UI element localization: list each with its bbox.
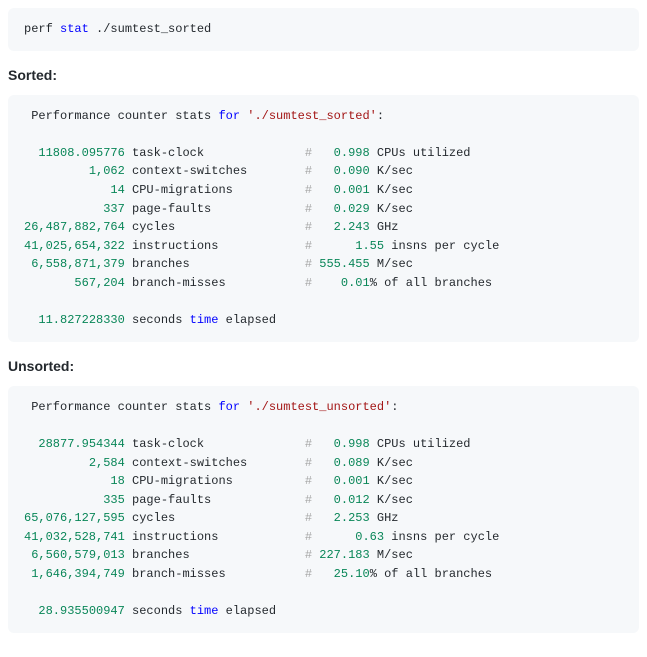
sorted-value-1: 1,062 xyxy=(89,164,125,178)
unsorted-unit-4: GHz xyxy=(377,511,399,525)
unsorted-label-5: instructions xyxy=(132,530,305,544)
unsorted-value-1: 2,584 xyxy=(89,456,125,470)
sorted-hash-5: # xyxy=(305,239,312,253)
sorted-hash-2: # xyxy=(305,183,312,197)
sorted-elapsed-value: 11.827228330 xyxy=(38,313,124,327)
unsorted-heading: Unsorted: xyxy=(8,358,639,374)
sorted-value-7: 567,204 xyxy=(74,276,124,290)
sorted-unit-7: % of all branches xyxy=(370,276,492,290)
unsorted-hash-3: # xyxy=(305,493,312,507)
unsorted-elapsed-kw: time xyxy=(190,604,219,618)
sorted-value-0: 11808.095776 xyxy=(38,146,124,160)
sorted-hash-3: # xyxy=(305,202,312,216)
unsorted-rate-5: 0.63 xyxy=(319,530,384,544)
unsorted-value-3: 335 xyxy=(103,493,125,507)
unsorted-label-7: branch-misses xyxy=(132,567,305,581)
sorted-unit-4: GHz xyxy=(377,220,399,234)
sorted-label-0: task-clock xyxy=(132,146,305,160)
sorted-label-5: instructions xyxy=(132,239,305,253)
unsorted-value-6: 6,560,579,013 xyxy=(31,548,125,562)
unsorted-unit-3: K/sec xyxy=(377,493,413,507)
sorted-label-6: branches xyxy=(132,257,305,271)
unsorted-rate-6: 227.183 xyxy=(319,548,369,562)
cmd-perf: perf xyxy=(24,22,53,36)
sorted-value-2: 14 xyxy=(110,183,124,197)
unsorted-unit-5: insns per cycle xyxy=(391,530,499,544)
sorted-heading: Sorted: xyxy=(8,67,639,83)
sorted-unit-3: K/sec xyxy=(377,202,413,216)
unsorted-value-5: 41,032,528,741 xyxy=(24,530,125,544)
unsorted-unit-0: CPUs utilized xyxy=(377,437,471,451)
sorted-rate-0: 0.998 xyxy=(319,146,369,160)
unsorted-value-2: 18 xyxy=(110,474,124,488)
sorted-value-6: 6,558,871,379 xyxy=(31,257,125,271)
unsorted-rate-3: 0.012 xyxy=(319,493,369,507)
unsorted-hash-5: # xyxy=(305,530,312,544)
unsorted-rate-1: 0.089 xyxy=(319,456,369,470)
unsorted-hash-6: # xyxy=(305,548,312,562)
unsorted-value-4: 65,076,127,595 xyxy=(24,511,125,525)
sorted-elapsed-kw: time xyxy=(190,313,219,327)
sorted-value-5: 41,025,654,322 xyxy=(24,239,125,253)
unsorted-label-2: CPU-migrations xyxy=(132,474,305,488)
unsorted-unit-7: % of all branches xyxy=(370,567,492,581)
sorted-unit-0: CPUs utilized xyxy=(377,146,471,160)
unsorted-hash-4: # xyxy=(305,511,312,525)
command-block: perf stat ./sumtest_sorted xyxy=(8,8,639,51)
unsorted-rate-0: 0.998 xyxy=(319,437,369,451)
unsorted-unit-2: K/sec xyxy=(377,474,413,488)
sorted-rate-7: 0.01 xyxy=(319,276,369,290)
unsorted-hash-7: # xyxy=(305,567,312,581)
sorted-value-4: 26,487,882,764 xyxy=(24,220,125,234)
unsorted-rate-4: 2.253 xyxy=(319,511,369,525)
unsorted-label-3: page-faults xyxy=(132,493,305,507)
sorted-label-4: cycles xyxy=(132,220,305,234)
sorted-hash-6: # xyxy=(305,257,312,271)
cmd-stat: stat xyxy=(60,22,89,36)
sorted-hash-7: # xyxy=(305,276,312,290)
sorted-rate-6: 555.455 xyxy=(319,257,369,271)
sorted-value-3: 337 xyxy=(103,202,125,216)
unsorted-hash-2: # xyxy=(305,474,312,488)
cmd-arg: ./sumtest_sorted xyxy=(96,22,211,36)
unsorted-elapsed-value: 28.935500947 xyxy=(38,604,124,618)
sorted-rate-3: 0.029 xyxy=(319,202,369,216)
sorted-label-1: context-switches xyxy=(132,164,305,178)
unsorted-hash-1: # xyxy=(305,456,312,470)
sorted-label-3: page-faults xyxy=(132,202,305,216)
sorted-label-7: branch-misses xyxy=(132,276,305,290)
unsorted-label-6: branches xyxy=(132,548,305,562)
sorted-hash-1: # xyxy=(305,164,312,178)
sorted-output: Performance counter stats for './sumtest… xyxy=(8,95,639,342)
unsorted-label-0: task-clock xyxy=(132,437,305,451)
sorted-rate-4: 2.243 xyxy=(319,220,369,234)
unsorted-unit-6: M/sec xyxy=(377,548,413,562)
unsorted-unit-1: K/sec xyxy=(377,456,413,470)
unsorted-rate-2: 0.001 xyxy=(319,474,369,488)
sorted-label-2: CPU-migrations xyxy=(132,183,305,197)
sorted-unit-6: M/sec xyxy=(377,257,413,271)
unsorted-value-0: 28877.954344 xyxy=(38,437,124,451)
sorted-rate-1: 0.090 xyxy=(319,164,369,178)
unsorted-label-4: cycles xyxy=(132,511,305,525)
unsorted-output: Performance counter stats for './sumtest… xyxy=(8,386,639,633)
unsorted-hash-0: # xyxy=(305,437,312,451)
sorted-rate-2: 0.001 xyxy=(319,183,369,197)
sorted-unit-2: K/sec xyxy=(377,183,413,197)
unsorted-label-1: context-switches xyxy=(132,456,305,470)
sorted-hash-0: # xyxy=(305,146,312,160)
unsorted-rate-7: 25.10 xyxy=(319,567,369,581)
sorted-unit-1: K/sec xyxy=(377,164,413,178)
sorted-hash-4: # xyxy=(305,220,312,234)
sorted-rate-5: 1.55 xyxy=(319,239,384,253)
unsorted-value-7: 1,646,394,749 xyxy=(31,567,125,581)
sorted-unit-5: insns per cycle xyxy=(391,239,499,253)
